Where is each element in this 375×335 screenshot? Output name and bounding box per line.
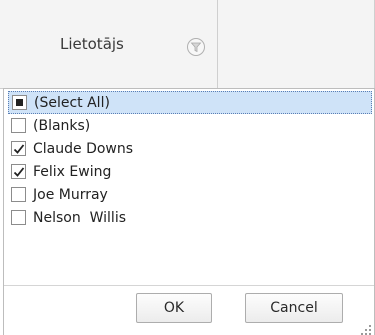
checkbox-checked[interactable] bbox=[11, 164, 26, 179]
column-header-lietotajs[interactable]: Lietotājs bbox=[0, 0, 218, 88]
checkbox-checked[interactable] bbox=[11, 141, 26, 156]
list-item-claude-downs[interactable]: Claude Downs bbox=[8, 137, 372, 160]
filter-popup: (Select All) (Blanks) Claude Downs Felix… bbox=[3, 88, 375, 335]
checkbox-indeterminate[interactable] bbox=[12, 95, 27, 110]
list-item-label: (Blanks) bbox=[33, 117, 91, 134]
list-item-label: Joe Murray bbox=[33, 186, 108, 203]
checkbox-unchecked[interactable] bbox=[11, 118, 26, 133]
list-item-blanks[interactable]: (Blanks) bbox=[8, 114, 372, 137]
filter-dropdown-screen: Lietotājs (Select All) (Blanks) Claude D… bbox=[0, 0, 375, 335]
list-item-label: Felix Ewing bbox=[33, 163, 112, 180]
filter-icon[interactable] bbox=[186, 37, 206, 57]
resize-grip-icon[interactable] bbox=[360, 321, 372, 335]
checkmark-icon bbox=[13, 144, 25, 154]
cancel-button[interactable]: Cancel bbox=[245, 293, 343, 323]
filter-value-list[interactable]: (Select All) (Blanks) Claude Downs Felix… bbox=[8, 91, 372, 229]
checkbox-unchecked[interactable] bbox=[11, 187, 26, 202]
list-item-label: (Select All) bbox=[34, 94, 110, 111]
list-item-nelson-willis[interactable]: Nelson Willis bbox=[8, 206, 372, 229]
list-item-label: Nelson Willis bbox=[33, 209, 126, 226]
column-header-next[interactable] bbox=[218, 0, 375, 88]
list-item-label: Claude Downs bbox=[33, 140, 134, 157]
checkbox-unchecked[interactable] bbox=[11, 210, 26, 225]
filter-popup-footer: OK Cancel bbox=[4, 285, 374, 335]
ok-button[interactable]: OK bbox=[136, 293, 212, 323]
column-header-label: Lietotājs bbox=[60, 35, 124, 53]
list-item-joe-murray[interactable]: Joe Murray bbox=[8, 183, 372, 206]
grid-header-row: Lietotājs bbox=[0, 0, 375, 89]
checkmark-icon bbox=[13, 167, 25, 177]
list-item-felix-ewing[interactable]: Felix Ewing bbox=[8, 160, 372, 183]
list-item-select-all[interactable]: (Select All) bbox=[8, 91, 372, 114]
